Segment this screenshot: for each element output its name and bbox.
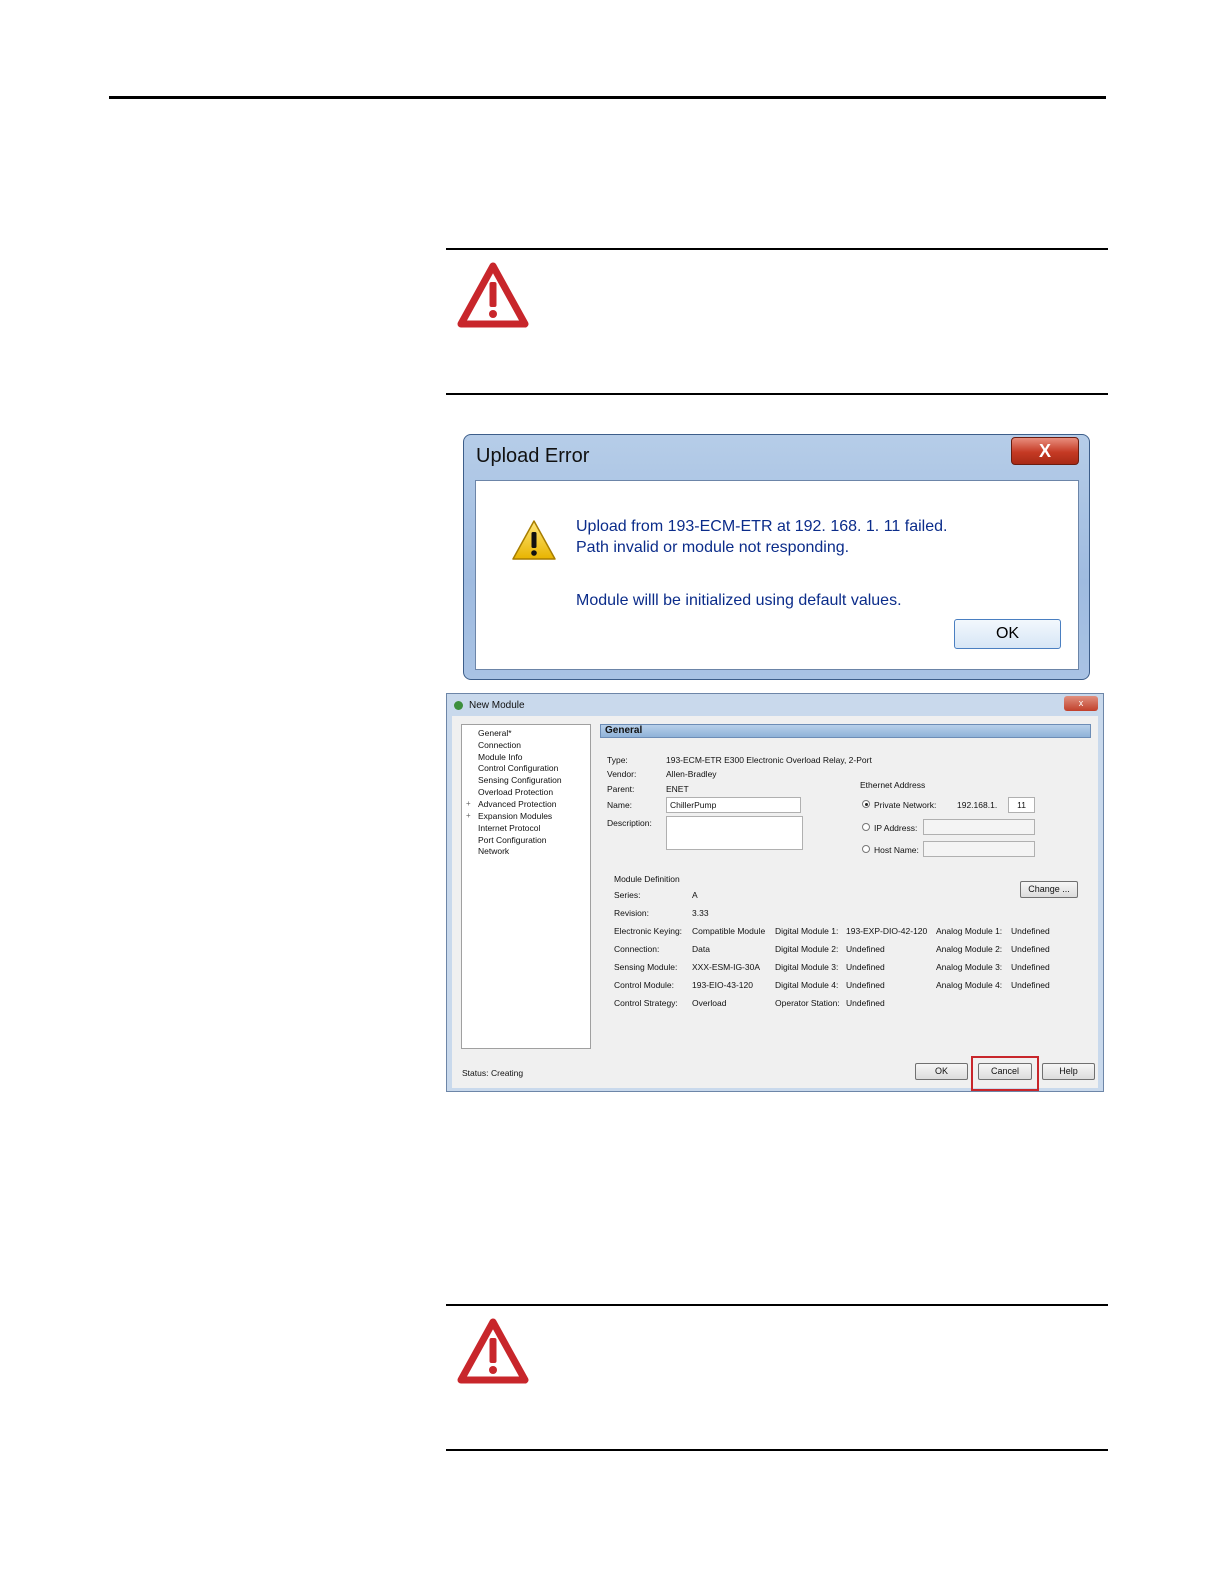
error-message-line-3: Module willl be initialized using defaul… xyxy=(576,592,902,609)
ip-address-input[interactable] xyxy=(923,819,1035,835)
definition-value: Undefined xyxy=(1011,944,1050,954)
new-module-dialog: New Module x General* Connection Module … xyxy=(446,693,1104,1092)
definition-label: Analog Module 1: xyxy=(936,926,1003,936)
name-label: Name: xyxy=(607,800,633,810)
status-value: Creating xyxy=(491,1068,524,1078)
definition-label: Digital Module 1: xyxy=(775,926,839,936)
definition-value: Undefined xyxy=(1011,980,1050,990)
definition-label: Analog Module 3: xyxy=(936,962,1003,972)
host-name-radio[interactable] xyxy=(862,845,870,853)
error-message-line-2: Path invalid or module not responding. xyxy=(576,539,850,556)
definition-value: Undefined xyxy=(1011,926,1050,936)
dialog-title: New Module xyxy=(469,700,525,711)
description-label: Description: xyxy=(607,818,652,828)
category-tree[interactable]: General* Connection Module Info Control … xyxy=(461,724,591,1049)
attention-rule-top xyxy=(446,248,1108,250)
definition-value: Undefined xyxy=(1011,962,1050,972)
revision-label: Revision: xyxy=(614,908,649,918)
definition-label: Connection: xyxy=(614,944,660,954)
message-panel: Upload from 193-ECM-ETR at 192. 168. 1. … xyxy=(475,480,1079,670)
definition-label: Operator Station: xyxy=(775,998,840,1008)
upload-error-dialog: Upload Error X Upload from 193-ECM-ETR a… xyxy=(463,434,1090,680)
definition-value: 193-EXP-DIO-42-120 xyxy=(846,926,928,936)
description-input[interactable] xyxy=(666,816,803,850)
definition-label: Analog Module 2: xyxy=(936,944,1003,954)
host-name-input[interactable] xyxy=(923,841,1035,857)
definition-value: Undefined xyxy=(846,998,885,1008)
ip-address-label: IP Address: xyxy=(874,823,918,833)
attention2-rule-top xyxy=(446,1304,1108,1306)
warning-triangle-icon xyxy=(457,1318,529,1384)
close-button[interactable]: x xyxy=(1064,696,1098,711)
close-button[interactable]: X xyxy=(1011,437,1079,465)
type-label: Type: xyxy=(607,755,628,765)
tree-item-internet-protocol[interactable]: Internet Protocol xyxy=(478,823,540,833)
definition-label: Sensing Module: xyxy=(614,962,678,972)
ip-address-radio[interactable] xyxy=(862,823,870,831)
definition-label: Control Module: xyxy=(614,980,675,990)
expand-icon[interactable]: + xyxy=(466,799,471,808)
definition-label: Electronic Keying: xyxy=(614,926,683,936)
dialog-title: Upload Error xyxy=(476,445,590,467)
ok-button[interactable]: OK xyxy=(915,1063,968,1080)
status-label: Status: xyxy=(462,1068,489,1078)
module-definition-label: Module Definition xyxy=(614,874,680,884)
definition-value: Undefined xyxy=(846,980,885,990)
host-name-label: Host Name: xyxy=(874,845,919,855)
definition-value: Overload xyxy=(692,998,727,1008)
definition-label: Digital Module 3: xyxy=(775,962,839,972)
definition-value: XXX-ESM-IG-30A xyxy=(692,962,761,972)
private-network-host-input[interactable]: 11 xyxy=(1008,797,1035,813)
tree-item-advanced-protection[interactable]: Advanced Protection xyxy=(478,799,556,809)
private-network-label: Private Network: xyxy=(874,800,937,810)
tree-item-sensing-configuration[interactable]: Sensing Configuration xyxy=(478,775,562,785)
tree-item-network[interactable]: Network xyxy=(478,846,509,856)
warning-icon xyxy=(512,520,556,560)
revision-value: 3.33 xyxy=(692,908,709,918)
dialog-body: General* Connection Module Info Control … xyxy=(452,716,1098,1088)
error-message-line-1: Upload from 193-ECM-ETR at 192. 168. 1. … xyxy=(576,518,948,535)
ethernet-address-label: Ethernet Address xyxy=(860,780,926,790)
tree-item-general[interactable]: General* xyxy=(478,728,512,738)
section-header: General xyxy=(600,724,1091,738)
app-icon xyxy=(454,701,463,710)
warning-triangle-icon xyxy=(457,262,529,328)
definition-value: Undefined xyxy=(846,944,885,954)
help-button[interactable]: Help xyxy=(1042,1063,1095,1080)
tree-item-overload-protection[interactable]: Overload Protection xyxy=(478,787,553,797)
tree-item-port-configuration[interactable]: Port Configuration xyxy=(478,835,547,845)
top-rule xyxy=(109,96,1106,99)
tree-item-expansion-modules[interactable]: Expansion Modules xyxy=(478,811,552,821)
expand-icon[interactable]: + xyxy=(466,811,471,820)
definition-label: Analog Module 4: xyxy=(936,980,1003,990)
tree-item-module-info[interactable]: Module Info xyxy=(478,752,522,762)
definition-value: 193-EIO-43-120 xyxy=(692,980,753,990)
definition-label: Digital Module 2: xyxy=(775,944,839,954)
name-input[interactable]: ChillerPump xyxy=(666,797,801,813)
private-network-radio[interactable] xyxy=(862,800,870,808)
vendor-value: Allen-Bradley xyxy=(666,769,717,779)
parent-value: ENET xyxy=(666,784,689,794)
cancel-highlight-box xyxy=(971,1056,1039,1091)
tree-item-control-configuration[interactable]: Control Configuration xyxy=(478,763,558,773)
definition-value: Undefined xyxy=(846,962,885,972)
attention2-rule-bottom xyxy=(446,1449,1108,1451)
series-value: A xyxy=(692,890,698,900)
tree-item-connection[interactable]: Connection xyxy=(478,740,521,750)
definition-label: Control Strategy: xyxy=(614,998,678,1008)
series-label: Series: xyxy=(614,890,641,900)
definition-value: Data xyxy=(692,944,710,954)
type-value: 193-ECM-ETR E300 Electronic Overload Rel… xyxy=(666,755,872,765)
ok-button[interactable]: OK xyxy=(954,619,1061,649)
definition-value: Compatible Module xyxy=(692,926,766,936)
change-button[interactable]: Change ... xyxy=(1020,881,1078,898)
parent-label: Parent: xyxy=(607,784,635,794)
attention-rule-bottom xyxy=(446,393,1108,395)
private-network-prefix: 192.168.1. xyxy=(957,800,998,810)
vendor-label: Vendor: xyxy=(607,769,637,779)
definition-label: Digital Module 4: xyxy=(775,980,839,990)
